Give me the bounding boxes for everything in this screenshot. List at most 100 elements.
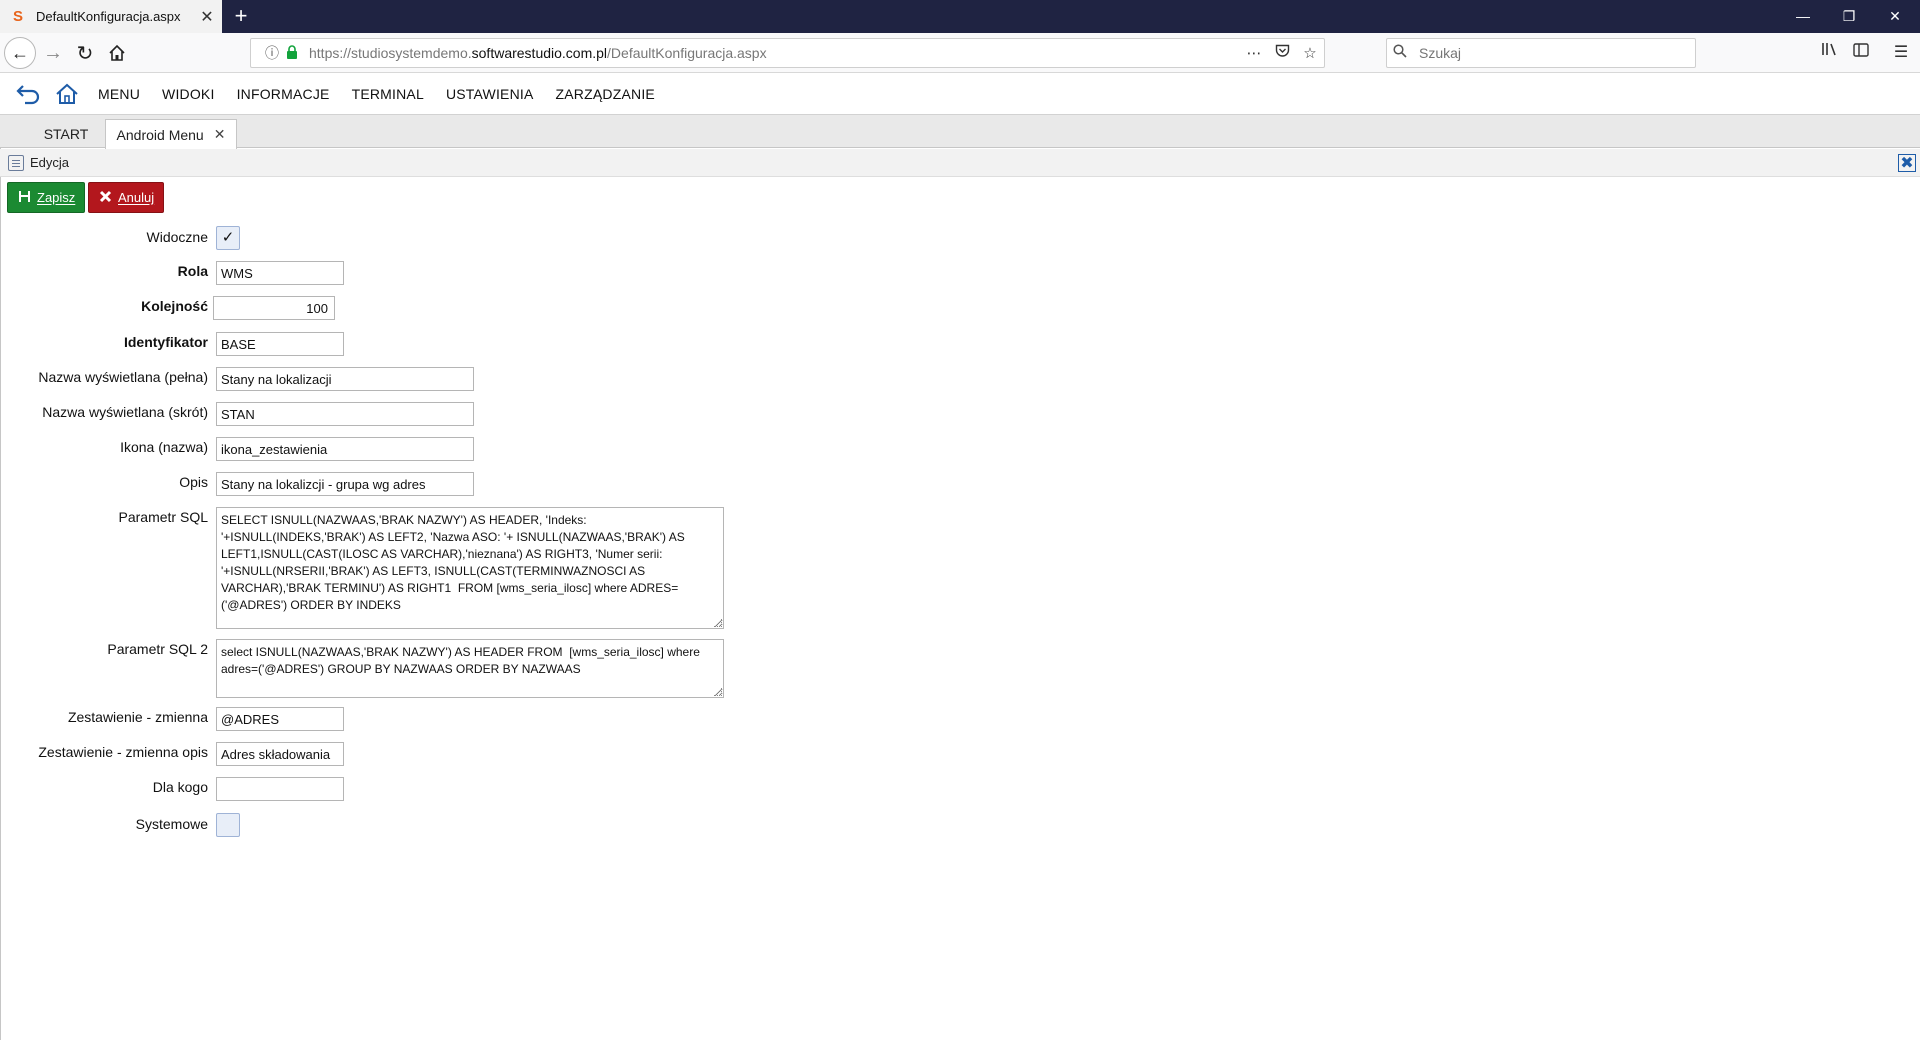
sidebar-toggle-icon[interactable] xyxy=(1846,38,1876,68)
label-rola: Rola xyxy=(177,263,208,279)
label-zestawienie-zmienna-opis: Zestawienie - zmienna opis xyxy=(38,744,208,760)
save-button[interactable]: Zapisz xyxy=(7,182,85,213)
collapse-panel-icon[interactable]: ✖ xyxy=(1898,154,1916,172)
search-input[interactable] xyxy=(1419,45,1679,61)
cancel-button-label: Anuluj xyxy=(118,190,155,205)
row-zestawienie-zmienna: Zestawienie - zmienna xyxy=(0,707,760,737)
checkbox-systemowe[interactable] xyxy=(216,813,240,837)
row-ikona: Ikona (nazwa) xyxy=(0,437,760,467)
lock-icon xyxy=(283,44,301,62)
menu-item-ustawienia[interactable]: USTAWIENIA xyxy=(446,86,534,102)
input-zestawienie-zmienna[interactable] xyxy=(216,707,344,731)
label-opis: Opis xyxy=(179,474,208,490)
label-dla-kogo: Dla kogo xyxy=(152,779,208,795)
cancel-button[interactable]: Anuluj xyxy=(88,182,164,213)
label-nazwa-pelna: Nazwa wyświetlana (pełna) xyxy=(38,369,208,385)
label-zestawienie-zmienna: Zestawienie - zmienna xyxy=(67,709,208,725)
input-opis[interactable] xyxy=(216,472,474,496)
row-identyfikator: Identyfikator xyxy=(0,332,760,362)
restore-icon[interactable]: ❐ xyxy=(1826,0,1872,33)
input-ikona[interactable] xyxy=(216,437,474,461)
tab-start[interactable]: START xyxy=(24,119,108,149)
tab-start-label: START xyxy=(43,126,89,142)
search-bar[interactable] xyxy=(1386,38,1696,68)
label-systemowe: Systemowe xyxy=(135,816,208,832)
action-bar: Zapisz Anuluj xyxy=(7,182,164,213)
back-icon[interactable]: ← xyxy=(4,37,36,69)
bookmark-star-icon[interactable]: ☆ xyxy=(1296,44,1324,62)
label-identyfikator: Identyfikator xyxy=(123,334,208,350)
app-menu-bar: MENU WIDOKI INFORMACJE TERMINAL USTAWIEN… xyxy=(0,74,1920,114)
row-parametr-sql-2: Parametr SQL 2 select ISNULL(NAZWAAS,'BR… xyxy=(0,639,760,699)
input-kolejnosc[interactable] xyxy=(213,296,335,320)
tab-android-menu-label: Android Menu xyxy=(116,126,204,143)
reload-icon[interactable]: ↻ xyxy=(70,38,100,68)
input-dla-kogo[interactable] xyxy=(216,777,344,801)
row-parametr-sql: Parametr SQL SELECT ISNULL(NAZWAAS,'BRAK… xyxy=(0,507,760,631)
forward-icon[interactable]: → xyxy=(38,38,68,68)
input-rola[interactable] xyxy=(216,261,344,285)
panel-header: Edycja ✖ xyxy=(0,149,1920,177)
pocket-icon[interactable] xyxy=(1268,44,1296,62)
menu-item-zarzadzanie[interactable]: ZARZĄDZANIE xyxy=(556,86,655,102)
url-path: /DefaultKonfiguracja.aspx xyxy=(607,45,767,61)
row-rola: Rola xyxy=(0,261,760,291)
panel-title: Edycja xyxy=(30,155,70,170)
row-systemowe: Systemowe xyxy=(0,807,760,837)
browser-titlebar: S DefaultKonfiguracja.aspx ✕ + — ❐ ✕ xyxy=(0,0,1920,33)
input-identyfikator[interactable] xyxy=(216,332,344,356)
label-parametr-sql-2: Parametr SQL 2 xyxy=(107,641,208,657)
close-tab-android-icon[interactable]: ✕ xyxy=(214,126,226,143)
url-prefix: https://studiosystemdemo. xyxy=(309,45,472,61)
row-zestawienie-zmienna-opis: Zestawienie - zmienna opis xyxy=(0,742,760,772)
row-kolejnosc: Kolejność xyxy=(0,296,760,326)
browser-tab[interactable]: S DefaultKonfiguracja.aspx ✕ xyxy=(0,0,222,33)
input-nazwa-pelna[interactable] xyxy=(216,367,474,391)
row-opis: Opis xyxy=(0,472,760,502)
cancel-x-icon xyxy=(99,190,112,206)
url-bar[interactable]: ⓘ https://studiosystemdemo.softwarestudi… xyxy=(250,38,1325,68)
resize-grip-icon-2[interactable] xyxy=(714,688,722,696)
tab-android-menu[interactable]: Android Menu ✕ xyxy=(105,119,237,149)
app-home-icon[interactable] xyxy=(52,79,82,109)
site-favicon-icon: S xyxy=(12,8,23,25)
label-parametr-sql: Parametr SQL xyxy=(118,509,208,525)
input-zestawienie-zmienna-opis[interactable] xyxy=(216,742,344,766)
checkbox-widoczne[interactable]: ✓ xyxy=(216,226,240,250)
menu-item-terminal[interactable]: TERMINAL xyxy=(352,86,424,102)
textarea-parametr-sql[interactable]: SELECT ISNULL(NAZWAAS,'BRAK NAZWY') AS H… xyxy=(216,507,724,629)
new-tab-icon[interactable]: + xyxy=(230,0,252,33)
menu-item-menu[interactable]: MENU xyxy=(98,86,140,102)
input-nazwa-skrot[interactable] xyxy=(216,402,474,426)
home-icon[interactable] xyxy=(102,38,132,68)
row-nazwa-skrot: Nazwa wyświetlana (skrót) xyxy=(0,402,760,432)
url-text: https://studiosystemdemo.softwarestudio.… xyxy=(309,45,1240,61)
url-domain: softwarestudio.com.pl xyxy=(471,45,608,61)
row-widoczne: Widoczne ✓ xyxy=(0,220,760,250)
label-kolejnosc: Kolejność xyxy=(141,298,208,314)
label-widoczne: Widoczne xyxy=(146,229,208,245)
save-button-label: Zapisz xyxy=(37,190,76,205)
minimize-icon[interactable]: — xyxy=(1780,0,1826,33)
resize-grip-icon[interactable] xyxy=(714,619,722,627)
label-ikona: Ikona (nazwa) xyxy=(120,439,208,455)
undo-icon[interactable] xyxy=(14,79,44,109)
search-icon xyxy=(1393,44,1419,62)
row-dla-kogo: Dla kogo xyxy=(0,777,760,807)
edit-document-icon xyxy=(8,154,24,171)
menu-item-informacje[interactable]: INFORMACJE xyxy=(237,86,330,102)
site-info-icon[interactable]: ⓘ xyxy=(261,43,283,63)
hamburger-menu-icon[interactable]: ☰ xyxy=(1886,38,1916,68)
browser-tab-title: DefaultKonfiguracja.aspx xyxy=(36,9,181,24)
row-nazwa-pelna: Nazwa wyświetlana (pełna) xyxy=(0,367,760,397)
textarea-parametr-sql-2[interactable]: select ISNULL(NAZWAAS,'BRAK NAZWY') AS H… xyxy=(216,639,724,698)
menu-item-widoki[interactable]: WIDOKI xyxy=(162,86,215,102)
window-close-icon[interactable]: ✕ xyxy=(1872,0,1918,33)
app-tabs: START Android Menu ✕ xyxy=(0,114,1920,149)
close-tab-icon[interactable]: ✕ xyxy=(196,7,218,27)
label-nazwa-skrot: Nazwa wyświetlana (skrót) xyxy=(42,404,208,420)
browser-toolbar: ← → ↻ ⓘ https://studiosystemdemo.softwar… xyxy=(0,33,1920,73)
floppy-disk-icon xyxy=(18,190,31,206)
library-icon[interactable] xyxy=(1815,38,1845,68)
page-actions-icon[interactable]: ⋯ xyxy=(1240,44,1268,62)
